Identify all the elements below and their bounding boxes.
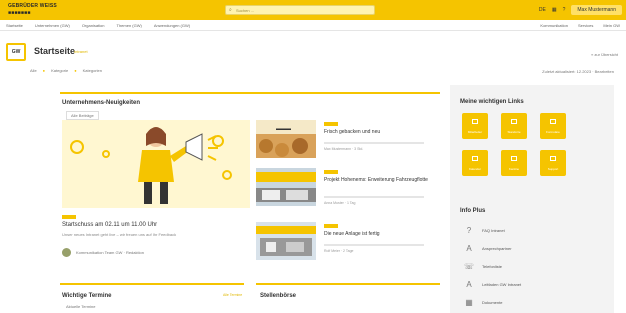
user-menu-button[interactable]: Max Mustermann	[571, 5, 622, 15]
contact-icon: A	[466, 244, 472, 253]
nav-item-my-gw[interactable]: Mein GW	[603, 23, 620, 28]
nav-item-apps[interactable]: Anwendungen (GW)	[154, 23, 190, 28]
avatar	[62, 248, 71, 257]
link-icon	[511, 119, 517, 124]
events-divider	[60, 283, 244, 285]
news-category-badge	[324, 122, 338, 126]
quicklink-tile[interactable]: Kantine	[501, 150, 527, 176]
nav-item-services[interactable]: Services	[578, 23, 593, 28]
news-divider	[60, 92, 440, 94]
search-input[interactable]: ⌕ Suchen ...	[225, 5, 375, 15]
news-card-meta: Max Mustermann · 3 Std.	[324, 147, 364, 151]
quicklink-tile[interactable]: Kalender	[462, 150, 488, 176]
news-card-meta: Anna Muster · 1 Tag	[324, 201, 356, 205]
breadcrumb: Alle ● Kategorie ● Kategorien	[30, 68, 102, 73]
nav-item-topics[interactable]: Themen (GW)	[117, 23, 142, 28]
quicklink-tile[interactable]: Support	[540, 150, 566, 176]
top-actions: DE ▦ ? Max Mustermann	[539, 4, 622, 16]
news-card-image	[256, 168, 316, 206]
page-subtitle: Intranet	[74, 49, 88, 54]
quicklink-tile[interactable]: Formulare	[540, 113, 566, 139]
nav-item-organisation[interactable]: Organisation	[82, 23, 105, 28]
phone-icon: ☏	[464, 262, 475, 271]
quicklink-tile[interactable]: Mitarbeiter	[462, 113, 488, 139]
breadcrumb-separator-icon: ●	[42, 68, 46, 73]
news-card-title: Frisch gebacken und neu	[324, 129, 381, 135]
info-item[interactable]: A Ansprechpartner	[464, 244, 511, 253]
news-card[interactable]: Die neue Anlage ist fertig Rolf Meier · …	[256, 222, 436, 266]
megaphone-woman-illustration	[138, 127, 218, 204]
news-card-title: Die neue Anlage ist fertig	[324, 231, 380, 237]
main-navigation: Startseite Unternehmen (GW) Organisation…	[0, 20, 626, 31]
news-header: Unternehmens-Neuigkeiten	[62, 100, 141, 106]
search-icon: ⌕	[229, 7, 232, 13]
news-card-image	[256, 222, 316, 260]
back-link[interactable]: « zur Übersicht	[591, 52, 618, 57]
apps-icon[interactable]: ▦	[552, 7, 557, 13]
jobs-divider	[256, 283, 440, 285]
news-category-badge	[324, 170, 338, 174]
link-icon	[550, 156, 556, 161]
breadcrumb-item[interactable]: Kategorien	[83, 68, 102, 73]
top-bar: GEBRÜDER WEISS ■■■■■■■ ⌕ Suchen ... DE ▦…	[0, 0, 626, 20]
info-item[interactable]: ☏ Telefonliste	[464, 262, 502, 271]
news-filter-tag[interactable]: Alle Beiträge	[66, 111, 99, 120]
language-icon[interactable]: DE	[539, 7, 546, 13]
sidebar-links-header: Meine wichtigen Links	[460, 99, 524, 105]
news-card[interactable]: Projekt Hohenems: Erweiterung Fahrzeugfl…	[256, 168, 436, 212]
news-card-image: ▬▬▬	[256, 120, 316, 158]
nav-item-company[interactable]: Unternehmen (GW)	[35, 23, 70, 28]
hero-image[interactable]	[62, 120, 250, 208]
page-title: Startseite	[34, 46, 76, 56]
guide-icon: A	[466, 280, 472, 289]
news-card-meta: Rolf Meier · 2 Tage	[324, 249, 354, 253]
hero-article-title[interactable]: Startschuss am 02.11 um 11.00 Uhr	[62, 222, 157, 228]
nav-item-communication[interactable]: Kommunikation	[540, 23, 568, 28]
breadcrumb-item[interactable]: Kategorie	[51, 68, 68, 73]
link-icon	[511, 156, 517, 161]
news-card-teaser	[324, 244, 424, 246]
nav-right: Kommunikation Services Mein GW	[540, 23, 620, 28]
link-icon	[472, 156, 478, 161]
help-icon[interactable]: ?	[563, 7, 566, 13]
all-events-link[interactable]: Alle Termine	[223, 293, 242, 297]
news-card[interactable]: ▬▬▬ Frisch gebacken und neu Max Musterma…	[256, 120, 436, 164]
quicklink-tile[interactable]: Standorte	[501, 113, 527, 139]
document-icon: ▦	[465, 298, 473, 307]
nav-item-start[interactable]: Startseite	[6, 23, 23, 28]
page-meta: Zuletzt aktualisiert: 12.2023 · Bearbeit…	[542, 69, 614, 74]
hero-article-author: Kommunikation Team GW · Redaktion	[62, 248, 144, 257]
help-icon: ?	[466, 226, 472, 235]
info-item[interactable]: A Leitfaden GW Intranet	[464, 280, 521, 289]
info-item[interactable]: ? FAQ Intranet	[464, 226, 505, 235]
info-item[interactable]: ▦ Dokumente	[464, 298, 502, 307]
events-header: Wichtige Termine	[62, 293, 112, 299]
breadcrumb-separator-icon: ●	[74, 68, 77, 73]
breadcrumb-item[interactable]: Alle	[30, 68, 37, 73]
svg-text:▬▬▬: ▬▬▬	[276, 126, 291, 132]
news-category-badge	[62, 215, 76, 219]
link-icon	[550, 119, 556, 124]
events-subheader: Aktuelle Termine	[66, 304, 96, 309]
news-card-teaser	[324, 196, 424, 198]
link-icon	[472, 119, 478, 124]
page-icon: GW	[6, 43, 26, 61]
news-card-title: Projekt Hohenems: Erweiterung Fahrzeugfl…	[324, 177, 428, 183]
news-category-badge	[324, 224, 338, 228]
company-logo[interactable]: GEBRÜDER WEISS ■■■■■■■	[8, 3, 78, 17]
hero-article-teaser: Unser neues Intranet geht live – wir fre…	[62, 232, 177, 237]
news-card-teaser	[324, 142, 424, 144]
info-plus-header: Info Plus	[460, 208, 486, 214]
jobs-header: Stellenbörse	[260, 293, 297, 299]
